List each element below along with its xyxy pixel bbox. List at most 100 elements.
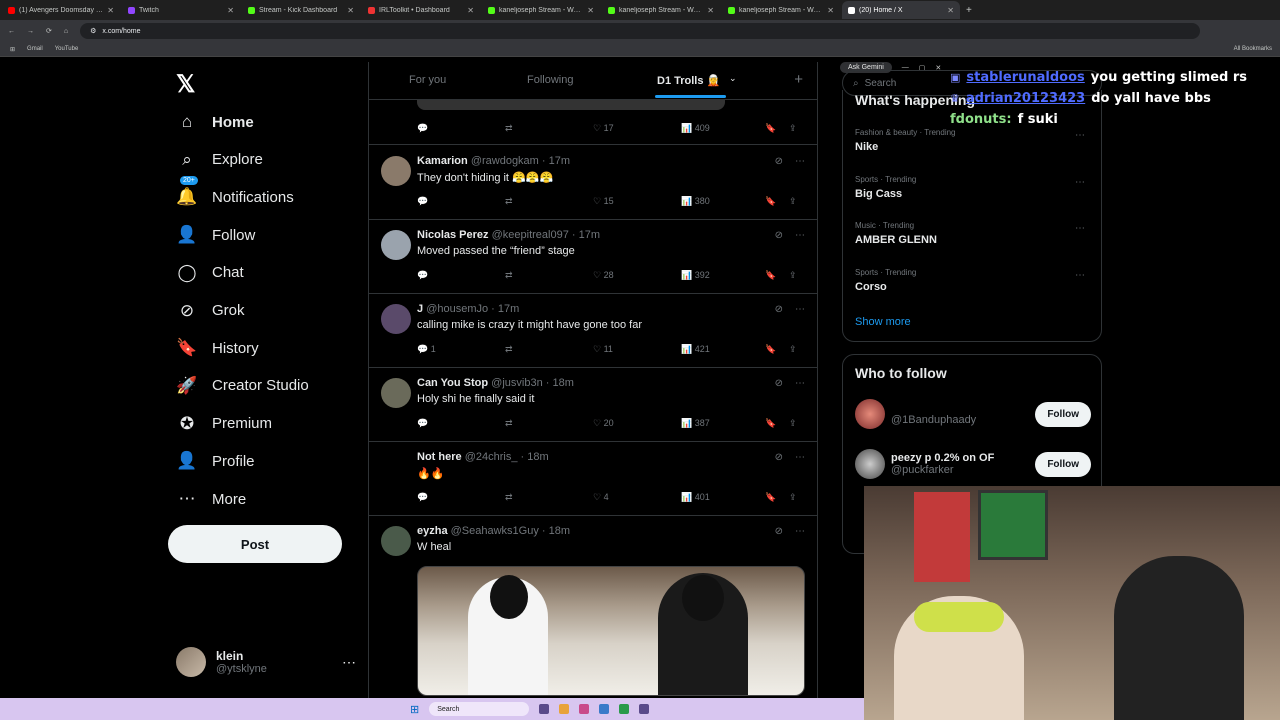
nav-item-grok[interactable]: ⊘ Grok [176,301,245,321]
close-tab-icon[interactable]: ✕ [347,6,354,15]
nav-item-chat[interactable]: ◯ Chat [176,263,243,283]
browser-tab[interactable]: (20) Home / X ✕ [842,1,960,19]
views-icon[interactable]: 📊 409 [681,123,710,134]
author-handle[interactable]: @Seahawks1Guy [451,525,539,537]
views-icon[interactable]: 📊 392 [681,270,710,281]
add-list-icon[interactable]: + [794,71,803,88]
nav-item-creator-studio[interactable]: 🚀 Creator Studio [176,376,308,396]
nav-item-explore[interactable]: ⌕ Explore [176,150,263,170]
share-icon[interactable]: ⇪ [789,270,797,281]
retweet-icon[interactable]: ⇄ [505,196,513,207]
like-icon[interactable]: ♡ 4 [593,492,609,503]
more-icon[interactable]: ⋯ [1075,270,1085,281]
table-row[interactable]: J @housemJo · 17m calling mike is crazy … [369,294,817,368]
trend-item[interactable]: Sports · Trending Corso ⋯ [855,268,1091,293]
share-icon[interactable]: ⇪ [789,344,797,355]
author-name[interactable]: Nicolas Perez [417,229,489,241]
close-tab-icon[interactable]: ✕ [707,6,714,15]
browser-tab[interactable]: IRLToolkit • Dashboard ✕ [362,1,480,19]
author-name[interactable]: Kamarion [417,155,468,167]
author-name[interactable]: Can You Stop [417,377,488,389]
browser-tab[interactable]: kaneljoseph Stream - Watch Liv ✕ [722,1,840,19]
avatar[interactable] [381,526,411,556]
media-preview[interactable] [417,100,725,110]
reply-icon[interactable]: 💬 [417,492,428,503]
bookmark-gmail[interactable]: Gmail [27,46,43,52]
grok-icon[interactable]: ⊘ [775,230,783,241]
reply-icon[interactable]: 💬 1 [417,344,436,355]
share-icon[interactable]: ⇪ [789,492,797,503]
post-button[interactable]: Post [168,525,342,563]
reload-icon[interactable]: ⟳ [46,27,52,35]
author-name[interactable]: Not here [417,451,462,463]
close-tab-icon[interactable]: ✕ [467,6,474,15]
retweet-icon[interactable]: ⇄ [505,418,513,429]
browser-tab[interactable]: kaneljoseph Stream - Watch Liv ✕ [602,1,720,19]
url-field[interactable]: ⚙ x.com/home [80,23,1200,39]
back-icon[interactable]: ← [8,28,15,35]
retweet-icon[interactable]: ⇄ [505,492,513,503]
app-icon[interactable] [599,704,610,714]
author-handle[interactable]: @keepitreal097 [492,229,569,241]
table-row[interactable]: Nicolas Perez @keepitreal097 · 17m Moved… [369,220,817,294]
nav-item-premium[interactable]: ✪ Premium [176,414,272,434]
bookmark-icon[interactable]: 🔖 [765,492,776,503]
close-tab-icon[interactable]: ✕ [827,6,834,15]
author-handle[interactable]: @jusvib3n [491,377,543,389]
like-icon[interactable]: ♡ 28 [593,270,614,281]
retweet-icon[interactable]: ⇄ [505,123,513,134]
nav-item-more[interactable]: ⋯ More [176,489,247,509]
like-icon[interactable]: ♡ 20 [593,418,614,429]
author-handle[interactable]: @rawdogkam [471,155,539,167]
author-handle[interactable]: @housemJo [426,303,488,315]
home-icon[interactable]: ⌂ [64,28,68,35]
avatar[interactable] [855,449,885,479]
nav-item-notifications[interactable]: 🔔 20+ Notifications [176,176,294,207]
views-icon[interactable]: 📊 380 [681,196,710,207]
table-row[interactable]: eyzha @Seahawks1Guy · 18m W heal ⊘ ⋯ [369,516,817,702]
share-icon[interactable]: ⇪ [789,123,797,134]
more-icon[interactable]: ⋯ [795,378,805,389]
more-icon[interactable]: ⋯ [795,452,805,463]
author-name[interactable]: eyzha [417,525,448,537]
app-icon[interactable] [559,704,570,714]
bookmark-icon[interactable]: 🔖 [765,196,776,207]
browser-tab[interactable]: Stream - Kick Dashboard ✕ [242,1,360,19]
views-icon[interactable]: 📊 421 [681,344,710,355]
post-image[interactable] [417,566,805,696]
browser-tab[interactable]: (1) Avengers Doomsday | Offici ✕ [2,1,120,19]
share-icon[interactable]: ⇪ [789,418,797,429]
forward-icon[interactable]: → [27,28,34,35]
grok-icon[interactable]: ⊘ [775,526,783,537]
retweet-icon[interactable]: ⇄ [505,270,513,281]
tab-following[interactable]: Following [527,74,573,86]
start-icon[interactable]: ⊞ [410,703,419,716]
reply-icon[interactable]: 💬 [417,418,428,429]
more-icon[interactable]: ⋯ [1075,177,1085,188]
grok-icon[interactable]: ⊘ [775,378,783,389]
reply-icon[interactable]: 💬 [417,123,428,134]
avatar[interactable] [381,378,411,408]
share-icon[interactable]: ⇪ [789,196,797,207]
follow-button[interactable]: Follow [1035,401,1091,427]
browser-tab[interactable]: kaneljoseph Stream - Watch Liv ✕ [482,1,600,19]
like-icon[interactable]: ♡ 15 [593,196,614,207]
views-icon[interactable]: 📊 401 [681,492,710,503]
bookmark-icon[interactable]: 🔖 [765,418,776,429]
trend-item[interactable]: Sports · Trending Big Cass ⋯ [855,175,1091,200]
bookmark-icon[interactable]: 🔖 [765,270,776,281]
like-icon[interactable]: ♡ 11 [593,344,613,355]
author-name[interactable]: J [417,303,423,315]
x-logo-icon[interactable]: 𝕏 [176,70,195,99]
avatar[interactable] [381,156,411,186]
table-row[interactable]: Can You Stop @jusvib3n · 18m Holy shi he… [369,368,817,442]
app-icon[interactable] [639,704,650,714]
bookmark-icon[interactable]: 🔖 [765,123,776,134]
reply-icon[interactable]: 💬 [417,270,428,281]
app-icon[interactable] [619,704,630,714]
site-info-icon[interactable]: ⚙ [90,27,96,35]
grok-icon[interactable]: ⊘ [775,452,783,463]
browser-tab[interactable]: Twitch ✕ [122,1,240,19]
table-row[interactable]: Kamarion @rawdogkam · 17m They don't hid… [369,146,817,220]
avatar[interactable] [381,230,411,260]
